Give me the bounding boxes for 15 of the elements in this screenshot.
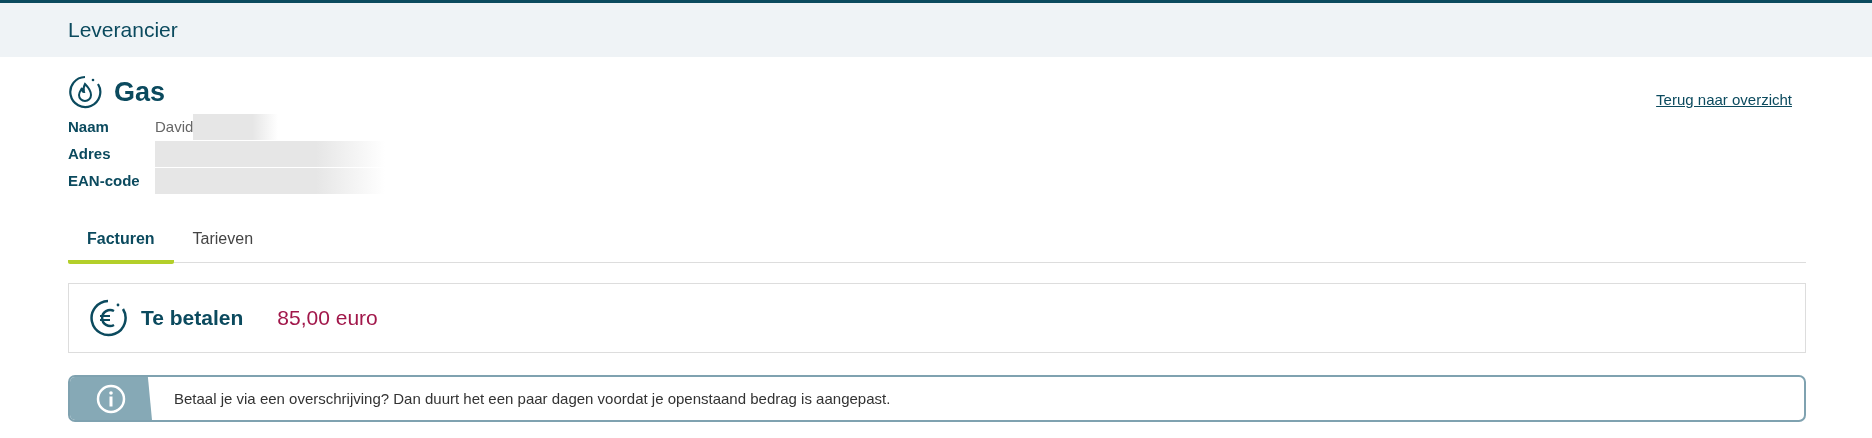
tab[interactable]: Facturen: [68, 220, 174, 264]
info-text: Betaal je via een overschrijving? Dan duurt het een paar dagen voordat je openstaand bedrag is aangepast.: [173, 390, 891, 407]
info-icon: [96, 383, 126, 414]
payment-label: Te betalen: [141, 306, 244, 330]
back-link[interactable]: Terug naar overzicht: [1656, 90, 1792, 108]
payment-amount: 85,00 euro: [277, 306, 378, 330]
flame-icon: [68, 75, 102, 109]
tab[interactable]: Tarieven: [173, 220, 273, 264]
page-title: Leverancier: [68, 18, 178, 42]
detail-label: Naam: [68, 118, 110, 135]
detail-value: David: [155, 118, 194, 135]
product-title: Gas: [114, 76, 166, 108]
detail-label: EAN-code: [68, 172, 141, 189]
euro-icon: [89, 299, 127, 337]
detail-label: Adres: [68, 145, 112, 162]
